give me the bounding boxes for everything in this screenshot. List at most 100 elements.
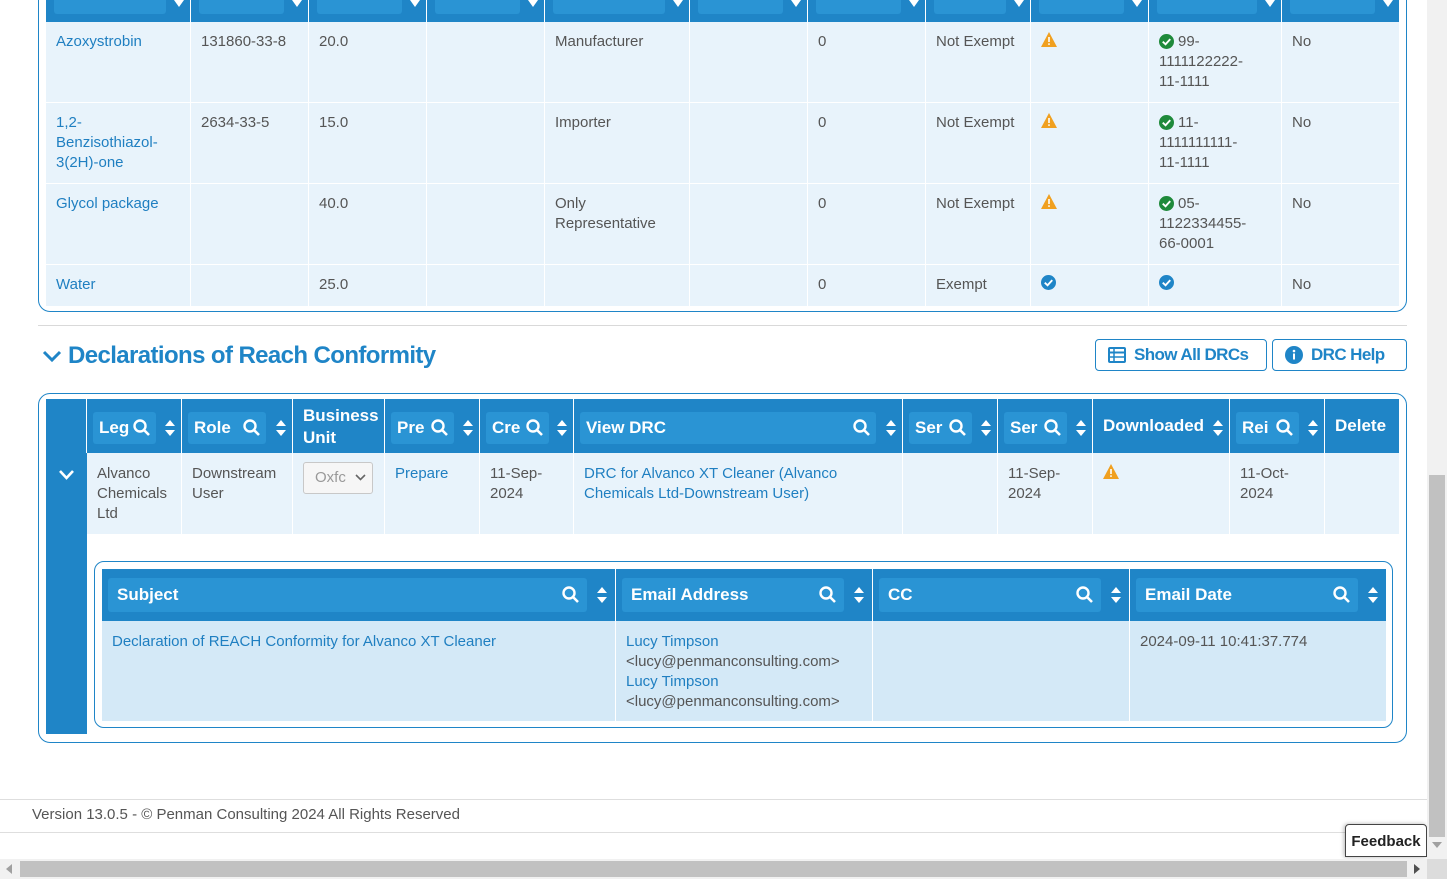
- cas-number: [191, 265, 309, 306]
- substances-col-header[interactable]: [1149, 0, 1282, 22]
- search-icon[interactable]: [1044, 419, 1061, 436]
- show-all-drcs-label: Show All DRCs: [1134, 345, 1249, 364]
- horizontal-scrollbar-thumb[interactable]: [20, 861, 1407, 877]
- exemption-status: Not Exempt: [926, 103, 1031, 183]
- col-header-email-label: Email Address: [631, 585, 749, 604]
- substances-col-header[interactable]: [926, 0, 1031, 22]
- search-icon[interactable]: [819, 586, 836, 603]
- business-unit-select[interactable]: Oxfc: [303, 462, 373, 494]
- substances-col-header[interactable]: [545, 0, 690, 22]
- show-all-drcs-button[interactable]: Show All DRCs: [1095, 339, 1267, 371]
- col-header-legal-entity[interactable]: Leg: [87, 399, 182, 453]
- sort-icon[interactable]: [886, 420, 896, 436]
- vertical-scrollbar-thumb[interactable]: [1429, 475, 1445, 837]
- sort-icon[interactable]: [1111, 587, 1121, 603]
- prepare-link[interactable]: Prepare: [385, 453, 480, 534]
- search-icon[interactable]: [1276, 419, 1293, 436]
- percentage: 15.0: [309, 103, 427, 183]
- search-icon[interactable]: [243, 419, 260, 436]
- sort-icon[interactable]: [276, 420, 286, 436]
- col-header-subject[interactable]: Subject: [102, 569, 616, 621]
- cas-number: 131860-33-8: [191, 22, 309, 102]
- col-header-business-unit[interactable]: Business Unit: [293, 399, 385, 453]
- col-header-sent-date[interactable]: Ser: [998, 399, 1093, 453]
- drc-help-button[interactable]: DRC Help: [1272, 339, 1407, 371]
- substances-col-header[interactable]: [191, 0, 309, 22]
- substances-col-header[interactable]: [808, 0, 926, 22]
- col-header-reminder[interactable]: Rei: [1230, 399, 1325, 453]
- sort-icon[interactable]: [463, 420, 473, 436]
- col-header-view-drc-label: View DRC: [586, 418, 666, 437]
- search-icon[interactable]: [562, 586, 579, 603]
- sort-icon[interactable]: [1076, 420, 1086, 436]
- flag-value: No: [1292, 114, 1312, 131]
- sort-icon[interactable]: [1308, 420, 1318, 436]
- registration-cell: 05- 1122334455- 66-0001: [1149, 184, 1282, 264]
- col-header-business-unit-label: Business Unit: [303, 406, 379, 447]
- sort-icon[interactable]: [981, 420, 991, 436]
- sort-icon[interactable]: [557, 420, 567, 436]
- exemption-status: Exempt: [926, 265, 1031, 306]
- search-icon[interactable]: [1333, 586, 1350, 603]
- empty-cell: [427, 22, 545, 102]
- recipient-name-link[interactable]: Lucy Timpson: [626, 672, 862, 692]
- search-icon[interactable]: [431, 419, 448, 436]
- footer-divider: [0, 832, 1427, 833]
- sort-icon[interactable]: [1213, 420, 1223, 436]
- email-subject-link[interactable]: Declaration of REACH Conformity for Alva…: [102, 621, 616, 721]
- col-header-view-drc[interactable]: View DRC: [574, 399, 903, 453]
- col-header-email-date[interactable]: Email Date: [1130, 569, 1386, 621]
- substances-col-header[interactable]: [1282, 0, 1399, 22]
- check-circle-icon: [1159, 115, 1174, 130]
- section-divider: [38, 325, 1407, 326]
- status-cell: [1031, 103, 1149, 183]
- substances-col-header[interactable]: [1031, 0, 1149, 22]
- substances-col-header[interactable]: [309, 0, 427, 22]
- drc-section-toggle[interactable]: Declarations of Reach Conformity: [40, 338, 436, 374]
- view-drc-link[interactable]: DRC for Alvanco XT Cleaner (Alvanco Chem…: [574, 453, 903, 534]
- col-header-cc[interactable]: CC: [873, 569, 1130, 621]
- cas-number: [191, 184, 309, 264]
- drc-help-label: DRC Help: [1311, 345, 1385, 364]
- scroll-left-arrow-icon[interactable]: [5, 864, 13, 874]
- col-header-prepare[interactable]: Pre: [385, 399, 480, 453]
- col-header-downloaded[interactable]: Downloaded: [1093, 399, 1230, 453]
- percentage: 20.0: [309, 22, 427, 102]
- warning-icon: [1041, 194, 1057, 209]
- search-icon[interactable]: [949, 419, 966, 436]
- search-icon[interactable]: [853, 419, 870, 436]
- search-icon[interactable]: [133, 419, 150, 436]
- scroll-right-arrow-icon[interactable]: [1413, 864, 1421, 874]
- email-history-panel: Subject Email Address CC Email Date Decl…: [94, 561, 1393, 728]
- scroll-down-arrow-icon[interactable]: [1432, 841, 1442, 849]
- col-header-created-label: Cre: [492, 418, 521, 437]
- col-header-sent-date-label: Ser: [1010, 418, 1038, 437]
- empty-cell: [427, 265, 545, 306]
- chevron-down-icon[interactable]: [58, 469, 75, 481]
- sort-icon[interactable]: [1368, 587, 1378, 603]
- substance-name-link[interactable]: Azoxystrobin: [46, 22, 191, 102]
- table-list-icon: [1108, 347, 1126, 363]
- substance-name-link[interactable]: Glycol package: [46, 184, 191, 264]
- sort-icon[interactable]: [597, 587, 607, 603]
- col-header-created[interactable]: Cre: [480, 399, 574, 453]
- col-header-email-address[interactable]: Email Address: [616, 569, 873, 621]
- substances-col-header[interactable]: [46, 0, 191, 22]
- substance-name-link[interactable]: Water: [46, 265, 191, 306]
- substances-col-header[interactable]: [427, 0, 545, 22]
- recipient-name-link[interactable]: Lucy Timpson: [626, 632, 862, 652]
- search-icon[interactable]: [526, 419, 543, 436]
- substances-col-header[interactable]: [690, 0, 808, 22]
- col-header-sent[interactable]: Ser: [903, 399, 998, 453]
- sort-icon[interactable]: [854, 587, 864, 603]
- footer-divider: [0, 799, 1427, 800]
- delete-cell[interactable]: [1325, 453, 1399, 534]
- col-header-delete: Delete: [1325, 399, 1399, 453]
- substance-name-link[interactable]: 1,2- Benzisothiazol- 3(2H)-one: [46, 103, 191, 183]
- col-header-reminder-label: Rei: [1242, 418, 1269, 437]
- search-icon[interactable]: [1076, 586, 1093, 603]
- col-header-role[interactable]: Role: [182, 399, 293, 453]
- sort-icon[interactable]: [165, 420, 175, 436]
- count: 0: [808, 265, 926, 306]
- feedback-button[interactable]: Feedback: [1345, 824, 1427, 857]
